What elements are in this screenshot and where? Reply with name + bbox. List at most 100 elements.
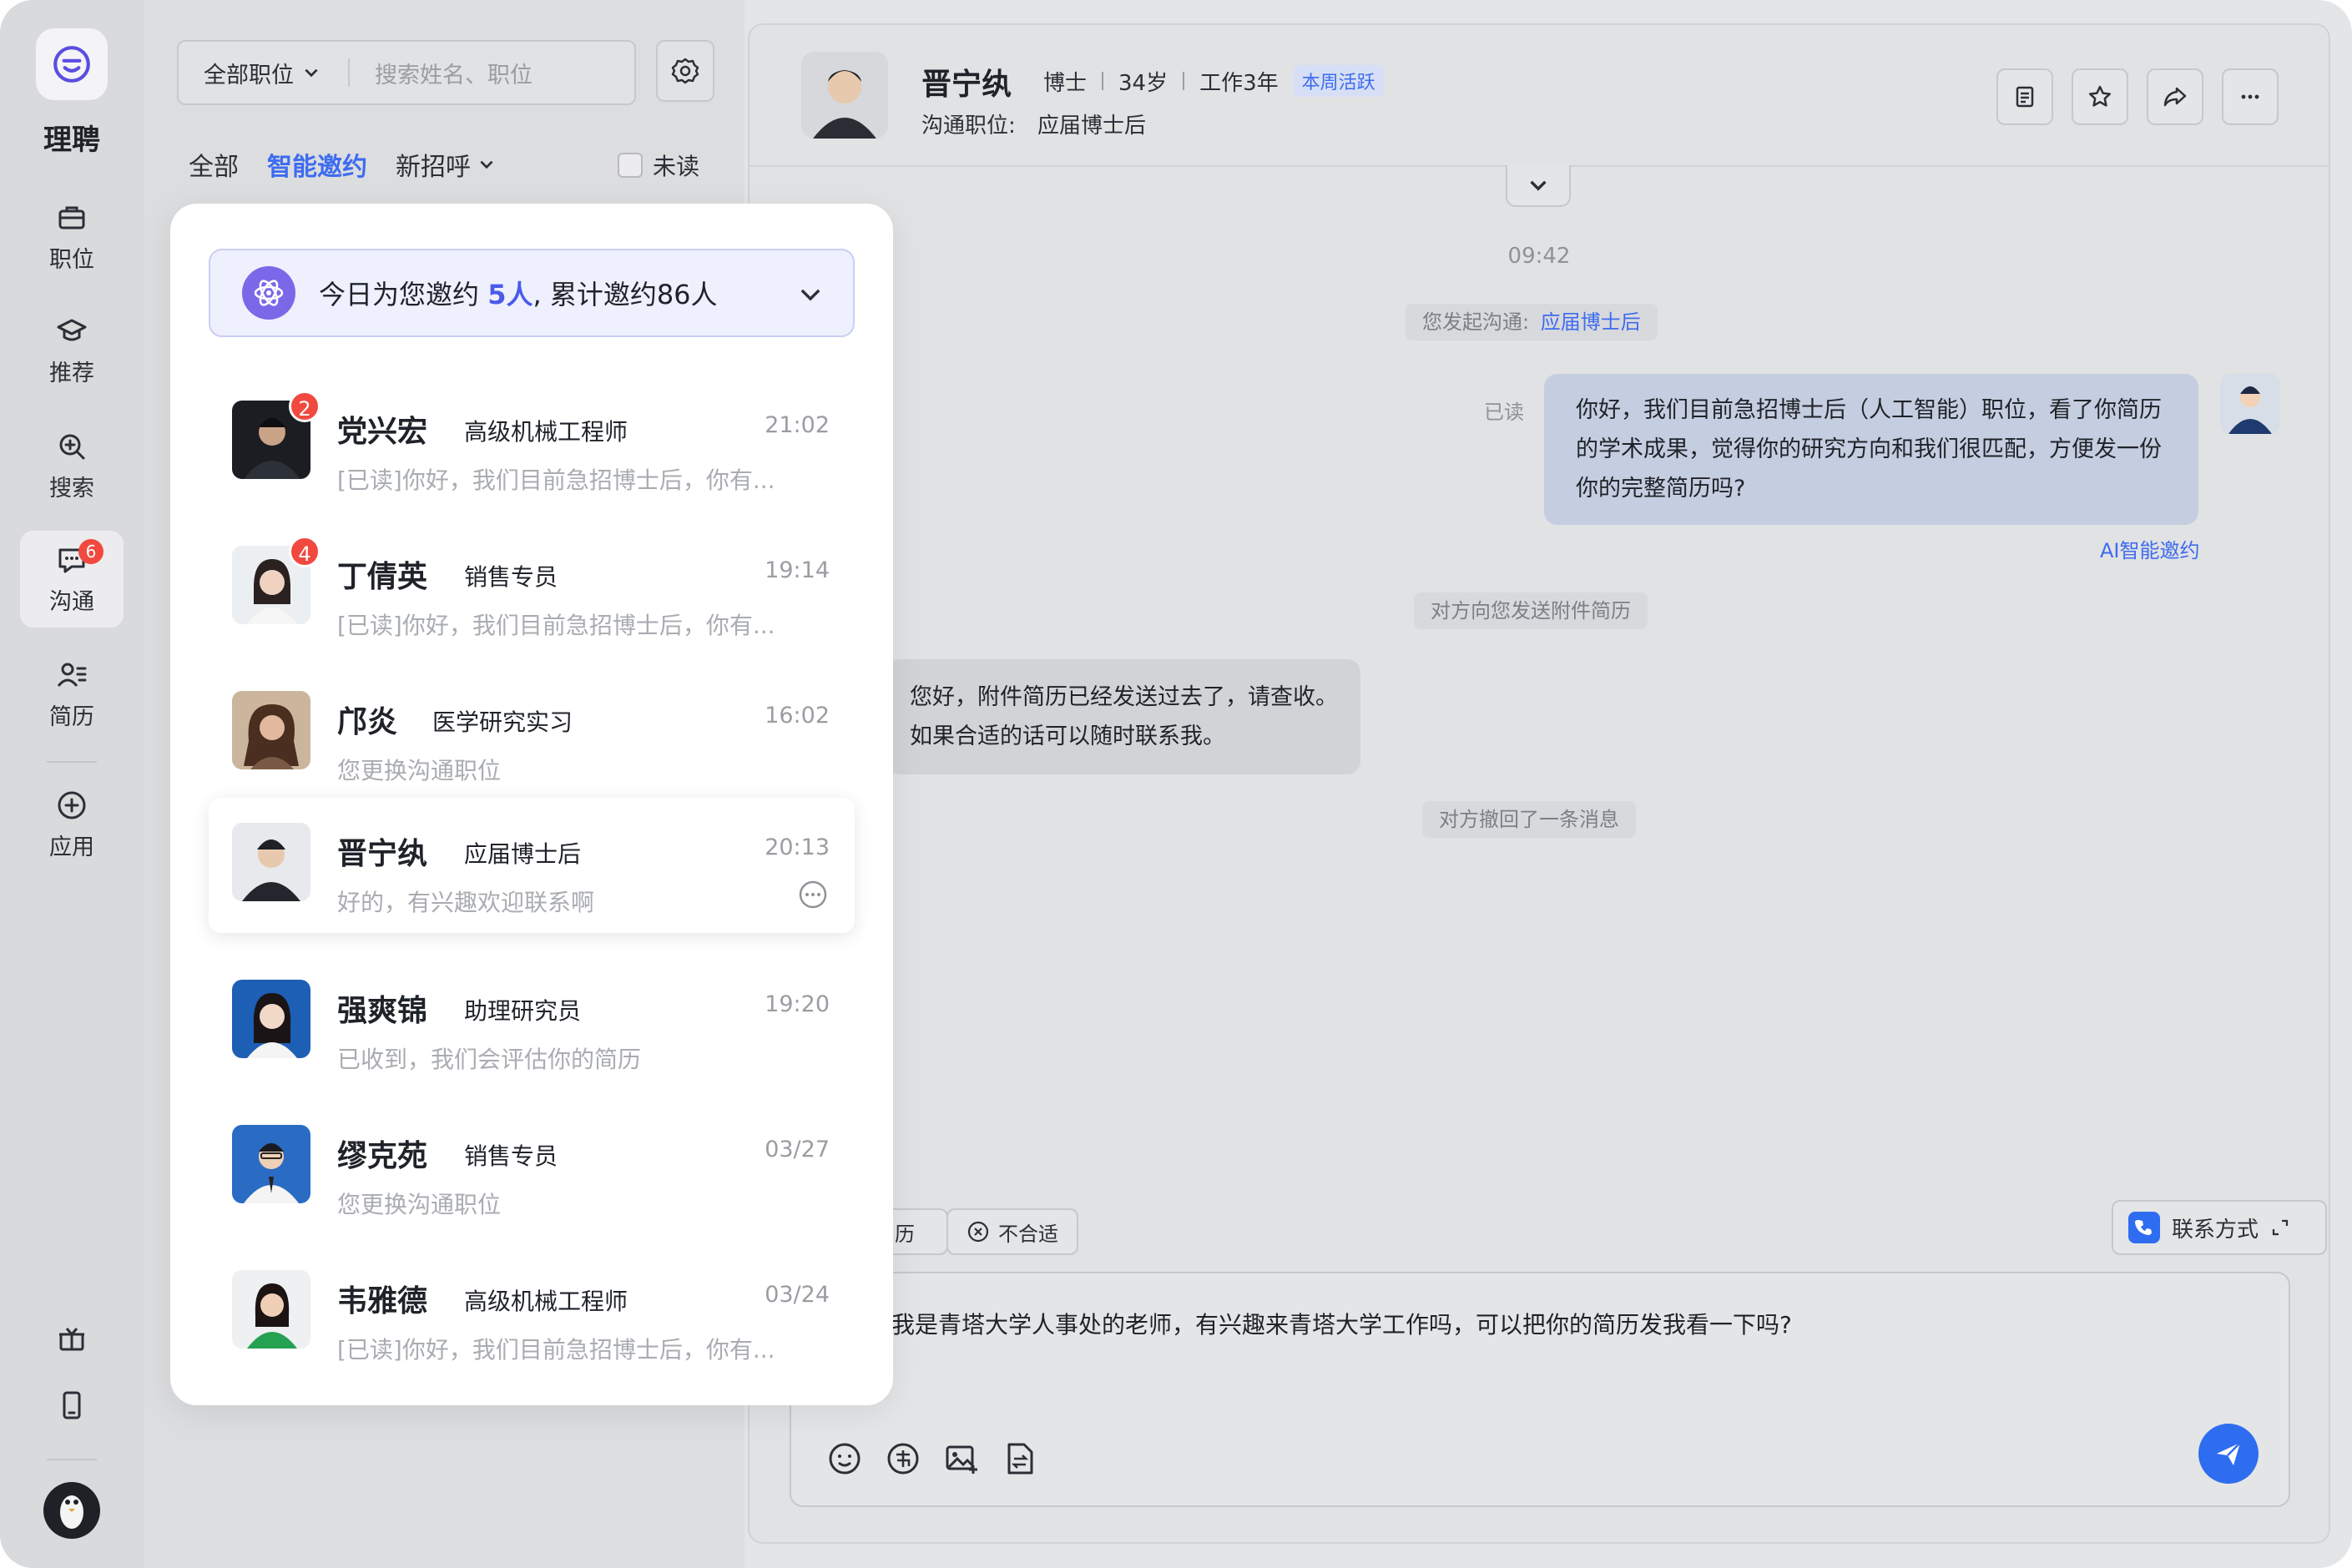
- collapse-header-button[interactable]: [1506, 165, 1571, 207]
- send-button[interactable]: [2198, 1424, 2259, 1484]
- unread-count-badge: 4: [289, 536, 320, 567]
- contact-role: 医学研究实习: [432, 708, 573, 736]
- share-button[interactable]: [2147, 68, 2203, 125]
- unread-checkbox[interactable]: [618, 153, 643, 178]
- contact-name: 邝炎: [337, 705, 398, 739]
- candidate-name: 晋宁纨: [921, 68, 1012, 102]
- contact-name: 党兴宏: [337, 415, 428, 449]
- favorite-button[interactable]: [2072, 68, 2128, 125]
- contact-name: 韦雅德: [337, 1284, 428, 1318]
- chevron-down-icon: [480, 160, 493, 169]
- tab-new-greetings-label: 新招呼: [396, 153, 471, 182]
- contact-role: 高级机械工程师: [464, 1288, 628, 1315]
- quick-action-label: 历: [895, 1222, 915, 1246]
- chat-header: 晋宁纨 博士 34岁 工作3年 本周活跃 沟通职位: 应届博士后: [750, 25, 2329, 167]
- image-icon[interactable]: [943, 1440, 980, 1477]
- contact-role: 应届博士后: [464, 840, 582, 868]
- more-button[interactable]: [2222, 68, 2279, 125]
- tab-new-greetings[interactable]: 新招呼: [396, 146, 496, 183]
- invite-summary-prefix: 今日为您邀约: [319, 279, 488, 310]
- system-message-resume: 对方向您发送附件简历: [1414, 592, 1648, 629]
- emoji-icon[interactable]: [826, 1440, 863, 1477]
- system-message-job-link[interactable]: 应届博士后: [1541, 310, 1641, 334]
- unread-label: 未读: [653, 153, 700, 180]
- nav-item-search[interactable]: 搜索: [20, 417, 124, 514]
- contact-role: 销售专员: [464, 1142, 558, 1170]
- common-phrases-icon[interactable]: [885, 1440, 921, 1477]
- nav-item-jobs[interactable]: 职位: [20, 189, 124, 285]
- conversation-item[interactable]: 缪克苑 销售专员 03/27 您更换沟通职位: [209, 1100, 855, 1235]
- graduation-cap-icon: [57, 319, 87, 340]
- contact-role: 高级机械工程师: [464, 418, 628, 446]
- read-status: 已读: [1484, 401, 1524, 424]
- close-circle-icon: [967, 1221, 989, 1243]
- contact-name: 强爽锦: [337, 994, 428, 1028]
- briefcase-icon: [58, 206, 85, 229]
- conversation-item[interactable]: 2 党兴宏 高级机械工程师 21:02 [已读]你好，我们目前急招博士后，你有.…: [209, 376, 855, 511]
- contact-avatar: [232, 1270, 310, 1349]
- tab-all[interactable]: 全部: [189, 146, 239, 183]
- my-avatar[interactable]: [43, 1482, 100, 1539]
- message-preview: 好的，有兴趣欢迎联系啊: [337, 889, 595, 916]
- ai-invite-tag: AI智能邀约: [2100, 539, 2200, 562]
- meta-divider: [1183, 72, 1185, 90]
- more-options-icon[interactable]: [796, 878, 830, 911]
- message-time: 03/27: [765, 1137, 830, 1162]
- app-logo[interactable]: [36, 28, 108, 100]
- message-composer[interactable]: 我是青塔大学人事处的老师，有兴趣来青塔大学工作吗，可以把你的简历发我看一下吗?: [790, 1272, 2290, 1507]
- message-preview: 您更换沟通职位: [337, 1191, 502, 1218]
- search-input[interactable]: 搜索姓名、职位: [350, 57, 532, 89]
- send-icon: [2217, 1442, 2241, 1465]
- conversation-item[interactable]: 韦雅德 高级机械工程师 03/24 [已读]你好，我们目前急招博士后，你有...: [209, 1245, 855, 1380]
- nav-label: 应用: [49, 834, 94, 860]
- invite-summary-suffix: , 累计邀约86人: [532, 279, 718, 310]
- invite-summary-text: 今日为您邀约 5人, 累计邀约86人: [319, 274, 718, 312]
- mobile-icon[interactable]: [55, 1389, 88, 1422]
- star-icon: [2088, 85, 2112, 107]
- document-icon: [2016, 86, 2034, 108]
- contact-role: 助理研究员: [464, 997, 582, 1025]
- nav-item-apps[interactable]: 应用: [20, 776, 124, 873]
- message-input[interactable]: 我是青塔大学人事处的老师，有兴趣来青塔大学工作吗，可以把你的简历发我看一下吗?: [891, 1307, 1792, 1340]
- settings-button[interactable]: [656, 40, 714, 102]
- nav-item-resume[interactable]: 简历: [20, 646, 124, 743]
- conversation-item[interactable]: 邝炎 医学研究实习 16:02 您更换沟通职位: [209, 666, 855, 801]
- candidate-avatar[interactable]: [801, 52, 888, 139]
- message-time: 09:42: [1507, 244, 1571, 269]
- nav-divider: [47, 761, 97, 763]
- gift-icon[interactable]: [55, 1322, 88, 1355]
- message-preview: [已读]你好，我们目前急招博士后，你有...: [337, 466, 775, 494]
- chat-job-label: 沟通职位:: [921, 113, 1016, 139]
- message-preview: [已读]你好，我们目前急招博士后，你有...: [337, 1336, 775, 1364]
- system-message-start: 您发起沟通: 应届博士后: [1406, 304, 1658, 340]
- contact-info-button[interactable]: 联系方式: [2112, 1200, 2327, 1255]
- file-icon[interactable]: [1002, 1440, 1038, 1477]
- nav-item-recommend[interactable]: 推荐: [20, 302, 124, 399]
- quick-action-reject[interactable]: 不合适: [946, 1208, 1078, 1255]
- meta-divider: [1102, 72, 1104, 90]
- conversation-item[interactable]: 4 丁倩英 销售专员 19:14 [已读]你好，我们目前急招博士后，你有...: [209, 521, 855, 656]
- gear-icon: [671, 58, 699, 84]
- logo-icon: [53, 46, 90, 83]
- nav-label: 搜索: [49, 475, 94, 502]
- outgoing-message: 你好，我们目前急招博士后（人工智能）职位，看了你简历的学术成果，觉得你的研究方向…: [1544, 374, 2198, 525]
- conversation-item-selected[interactable]: 晋宁纨 应届博士后 20:13 好的，有兴趣欢迎联系啊: [209, 798, 855, 933]
- chevron-down-icon: [305, 68, 318, 78]
- position-select[interactable]: 全部职位: [179, 58, 350, 88]
- ai-atom-icon: [242, 266, 295, 320]
- candidate-meta: 博士 34岁 工作3年 本周活跃: [1043, 65, 1384, 97]
- nav-item-chat[interactable]: 6 沟通: [20, 531, 124, 628]
- unread-filter[interactable]: 未读: [618, 149, 699, 182]
- expand-icon: [2272, 1219, 2289, 1236]
- nav-label: 推荐: [49, 360, 94, 386]
- app-name: 理聘: [43, 124, 100, 157]
- invite-summary-banner[interactable]: 今日为您邀约 5人, 累计邀约86人: [209, 249, 855, 337]
- message-preview: 您更换沟通职位: [337, 757, 502, 784]
- tab-smart-invite[interactable]: 智能邀约: [267, 146, 367, 183]
- chat-panel: 晋宁纨 博士 34岁 工作3年 本周活跃 沟通职位: 应届博士后 09:42 您…: [748, 23, 2330, 1544]
- nav-label: 职位: [49, 246, 94, 273]
- resume-button[interactable]: [1996, 68, 2053, 125]
- conversation-item[interactable]: 强爽锦 助理研究员 19:20 已收到，我们会评估你的简历: [209, 955, 855, 1090]
- recruiter-avatar: [2220, 374, 2280, 434]
- active-status-badge: 本周活跃: [1293, 65, 1384, 97]
